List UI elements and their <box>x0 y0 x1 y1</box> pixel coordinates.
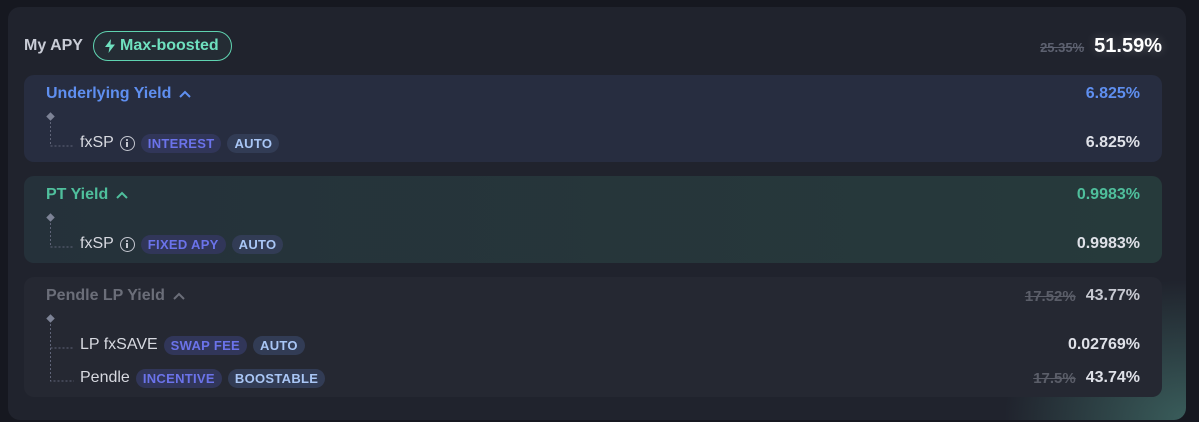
previous-total-apy: 25.35% <box>1040 39 1085 55</box>
section-value: 6.825% <box>1085 85 1140 102</box>
total-apy: 51.59% <box>1094 34 1162 57</box>
chevron-up-icon[interactable] <box>179 90 192 98</box>
bolt-icon <box>104 39 115 53</box>
tag-incentive: INCENTIVE <box>135 368 222 388</box>
list-item: fxSP INTEREST AUTO 6.825% <box>24 132 1140 154</box>
list-item: Pendle INCENTIVE BOOSTABLE 17.5% 43.74% <box>24 367 1140 389</box>
tag-swap-fee: SWAP FEE <box>163 335 248 355</box>
section-value: 43.77% <box>1085 287 1140 304</box>
chevron-up-icon[interactable] <box>173 292 185 300</box>
tag-auto: AUTO <box>253 335 305 355</box>
pt-yield-toggle[interactable]: PT Yield 0.9983% <box>46 186 1140 204</box>
apy-header: My APY Max-boosted 25.35% 51.59% <box>24 31 1162 61</box>
previous-section-value: 17.52% <box>1024 287 1076 305</box>
underlying-yield-toggle[interactable]: Underlying Yield 6.825% <box>46 85 1140 103</box>
max-boosted-badge[interactable]: Max-boosted <box>92 31 232 61</box>
row-value: 0.02769% <box>1067 336 1140 353</box>
info-icon[interactable] <box>119 236 135 252</box>
row-value: 6.825% <box>1085 134 1140 151</box>
tag-interest: INTEREST <box>140 133 222 153</box>
pendle-lp-yield-section: Pendle LP Yield 17.52% 43.77% LP fxSAVE … <box>24 277 1162 397</box>
info-icon[interactable] <box>119 135 135 151</box>
badge-label: Max-boosted <box>119 37 219 54</box>
apy-breakdown-card: My APY Max-boosted 25.35% 51.59% Underly… <box>8 7 1186 420</box>
asset-label: fxSP <box>80 235 114 252</box>
list-item: LP fxSAVE SWAP FEE AUTO 0.02769% <box>24 334 1140 356</box>
list-item: fxSP FIXED APY AUTO 0.9983% <box>24 233 1140 255</box>
asset-label: Pendle <box>80 369 130 386</box>
previous-row-value: 17.5% <box>1033 369 1076 387</box>
chevron-up-icon[interactable] <box>116 191 128 199</box>
my-apy-label: My APY <box>24 37 83 54</box>
tag-auto: AUTO <box>227 133 280 153</box>
tag-fixed-apy: FIXED APY <box>140 234 226 254</box>
section-value: 0.9983% <box>1076 186 1140 203</box>
pt-yield-section: PT Yield 0.9983% fxSP FIXED APY AUTO 0.9… <box>24 176 1162 263</box>
asset-label: LP fxSAVE <box>80 336 158 353</box>
tag-auto: AUTO <box>231 234 284 254</box>
tag-boostable: BOOSTABLE <box>227 368 326 388</box>
pendle-lp-yield-toggle[interactable]: Pendle LP Yield 17.52% 43.77% <box>46 287 1140 305</box>
row-value: 0.9983% <box>1076 235 1140 252</box>
underlying-yield-section: Underlying Yield 6.825% fxSP INTEREST AU… <box>24 75 1162 162</box>
row-value: 43.74% <box>1085 369 1140 386</box>
asset-label: fxSP <box>80 134 114 151</box>
